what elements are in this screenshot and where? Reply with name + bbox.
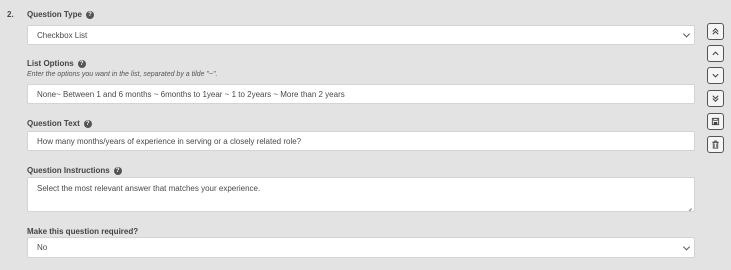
required-label: Make this question required? — [27, 227, 138, 236]
move-up-button[interactable] — [707, 45, 724, 62]
chevron-down-icon — [682, 30, 691, 38]
trash-icon — [712, 140, 719, 149]
move-to-bottom-button[interactable] — [707, 90, 724, 107]
question-instructions-value: Select the most relevant answer that mat… — [37, 184, 261, 193]
chevron-down-icon — [682, 242, 691, 251]
question-text-value: How many months/years of experience in s… — [37, 136, 302, 146]
double-chevron-up-icon — [712, 28, 719, 35]
help-icon[interactable]: ? — [77, 59, 86, 68]
question-number: 2. — [7, 10, 14, 19]
resize-handle-icon[interactable] — [686, 203, 692, 209]
question-text-label: Question Text ? — [27, 119, 92, 128]
required-select[interactable]: No — [27, 237, 695, 258]
list-options-label: List Options ? — [27, 59, 86, 68]
list-options-input[interactable]: None~ Between 1 and 6 months ~ 6months t… — [27, 84, 695, 104]
question-text-input[interactable]: How many months/years of experience in s… — [27, 131, 695, 151]
chevron-up-icon — [712, 51, 719, 56]
list-options-hint: Enter the options you want in the list, … — [27, 71, 218, 78]
question-instructions-label: Question Instructions ? — [27, 166, 122, 175]
help-icon[interactable]: ? — [85, 10, 94, 19]
help-icon[interactable]: ? — [113, 166, 122, 175]
required-value: No — [37, 243, 48, 252]
move-down-button[interactable] — [707, 67, 724, 84]
move-to-top-button[interactable] — [707, 23, 724, 40]
question-text-label-text: Question Text — [27, 119, 80, 128]
save-button[interactable] — [707, 113, 724, 130]
chevron-down-icon — [712, 73, 719, 78]
list-options-label-text: List Options — [27, 59, 74, 68]
question-type-select[interactable]: Checkbox List — [27, 25, 695, 45]
help-icon[interactable]: ? — [83, 119, 92, 128]
question-type-label-text: Question Type — [27, 10, 82, 19]
double-chevron-down-icon — [712, 95, 719, 102]
question-type-label: Question Type ? — [27, 10, 94, 19]
required-label-text: Make this question required? — [27, 227, 139, 236]
delete-button[interactable] — [707, 136, 724, 153]
question-instructions-label-text: Question Instructions — [27, 166, 110, 175]
save-icon — [711, 117, 720, 126]
question-type-value: Checkbox List — [37, 30, 88, 40]
list-options-value: None~ Between 1 and 6 months ~ 6months t… — [37, 89, 345, 99]
question-instructions-textarea[interactable]: Select the most relevant answer that mat… — [27, 177, 695, 212]
